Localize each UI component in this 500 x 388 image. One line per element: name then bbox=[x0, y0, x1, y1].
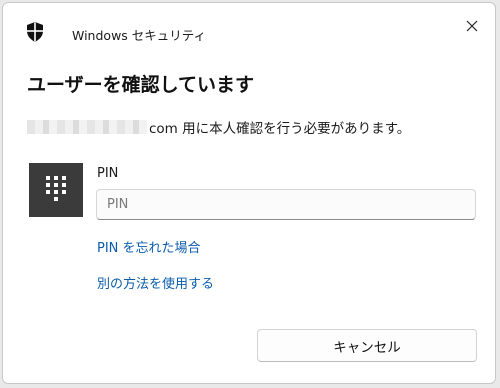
message-text: com 用に本人確認を行う必要があります。 bbox=[149, 121, 411, 137]
cancel-button[interactable]: キャンセル bbox=[257, 329, 477, 362]
redacted-account-name bbox=[27, 120, 147, 134]
dialog-heading: ユーザーを確認しています bbox=[27, 74, 255, 96]
security-dialog: Windows セキュリティ ユーザーを確認しています com 用に本人確認を行… bbox=[2, 2, 496, 384]
verification-message: com 用に本人確認を行う必要があります。 bbox=[27, 117, 410, 137]
app-title: Windows セキュリティ bbox=[72, 28, 207, 43]
forgot-pin-link[interactable]: PIN を忘れた場合 bbox=[97, 237, 201, 256]
close-button[interactable] bbox=[459, 13, 485, 39]
keypad-icon bbox=[44, 174, 68, 206]
pin-label: PIN bbox=[97, 166, 119, 181]
other-method-link[interactable]: 別の方法を使用する bbox=[97, 273, 214, 292]
title-bar: Windows セキュリティ bbox=[3, 3, 495, 55]
pin-input[interactable] bbox=[96, 189, 476, 220]
shield-icon bbox=[26, 22, 44, 42]
keypad-tile bbox=[29, 163, 83, 217]
close-icon bbox=[466, 17, 478, 36]
